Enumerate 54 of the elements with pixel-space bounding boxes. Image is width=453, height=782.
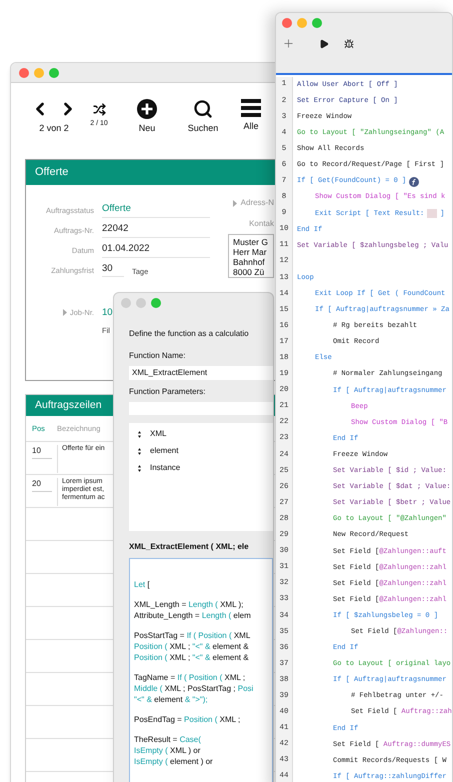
table-cell: 20 xyxy=(32,478,52,492)
instruction-text: Define the function as a calculatio xyxy=(129,328,250,340)
table-cell: 10 xyxy=(32,445,52,459)
address-line: Muster G xyxy=(233,237,269,247)
field-label: Function Parameters: xyxy=(129,386,206,398)
function-signature: XML_ExtractElement ( XML; ele xyxy=(129,541,250,553)
code-line: IsEmpty ( XML ) or xyxy=(134,745,200,756)
add-icon[interactable] xyxy=(282,37,295,50)
calculation-editor[interactable] xyxy=(129,558,273,782)
field-label: Function Name: xyxy=(129,350,186,362)
code-line: IsEmpty ( element ) or xyxy=(134,756,213,767)
code-line: TheResult = Case( xyxy=(134,734,201,745)
drag-handle-icon[interactable] xyxy=(138,430,141,438)
toolbar-button[interactable]: Alle xyxy=(231,99,271,134)
toolbar-button[interactable]: Suchen xyxy=(175,99,231,136)
list-item[interactable]: XML xyxy=(150,428,166,440)
code-line: XML_Length = Length ( XML ); xyxy=(134,599,244,610)
code-line: Let [ xyxy=(134,579,150,590)
input-field[interactable]: Offerte xyxy=(102,202,210,218)
code-line: Attribute_Length = Length ( elem xyxy=(134,610,251,621)
address-line: Bahnhof xyxy=(233,257,266,267)
bug-icon[interactable] xyxy=(344,38,354,48)
empty-value-swatch xyxy=(427,209,438,218)
add-circle-icon[interactable] xyxy=(137,99,157,119)
input-field[interactable]: 10 xyxy=(102,306,113,320)
code-line: PosStartTag = If ( Position ( XML xyxy=(134,630,250,641)
input-field[interactable] xyxy=(129,402,273,415)
address-field[interactable]: Muster G Herr Mar Bahnhof 8000 Zü xyxy=(228,234,274,278)
drag-handle-icon[interactable] xyxy=(138,464,141,472)
toolbar-button[interactable]: 2 von 2 xyxy=(29,99,79,136)
code-line: Position ( XML ; "<" & element & xyxy=(134,652,249,663)
list-item[interactable]: element xyxy=(150,445,178,457)
list-item[interactable]: Instance xyxy=(150,462,180,474)
window-controls-icon[interactable] xyxy=(19,68,59,78)
toolbar-button[interactable]: Neu xyxy=(119,99,175,136)
input-field[interactable]: 22042 xyxy=(102,222,210,238)
input-field[interactable]: 01.04.2022 xyxy=(102,242,210,258)
play-icon[interactable] xyxy=(319,38,329,48)
input-field[interactable]: XML_ExtractElement xyxy=(129,366,273,380)
code-line: TagName = If ( Position ( XML ; xyxy=(134,672,246,683)
field-label: Kontak xyxy=(249,218,274,230)
code-line: Middle ( XML ; PosStartTag ; Posi xyxy=(134,683,254,694)
address-line: Herr Mar xyxy=(233,247,268,257)
search-icon[interactable] xyxy=(193,99,213,119)
address-line: 8000 Zü xyxy=(233,267,266,277)
field-label: Adress-N xyxy=(240,197,274,209)
drag-handle-icon[interactable] xyxy=(138,448,141,454)
code-line: PosEndTag = Position ( XML ; xyxy=(134,714,240,725)
menu-icon[interactable] xyxy=(241,99,261,117)
code-line: Position ( XML ; "<" & element & xyxy=(134,641,249,652)
window-controls-icon[interactable] xyxy=(282,18,322,28)
calculation-badge-icon[interactable] xyxy=(409,176,420,187)
code-line: "<" & element & ">"); xyxy=(134,694,208,705)
shuffle-icon[interactable] xyxy=(92,103,106,116)
